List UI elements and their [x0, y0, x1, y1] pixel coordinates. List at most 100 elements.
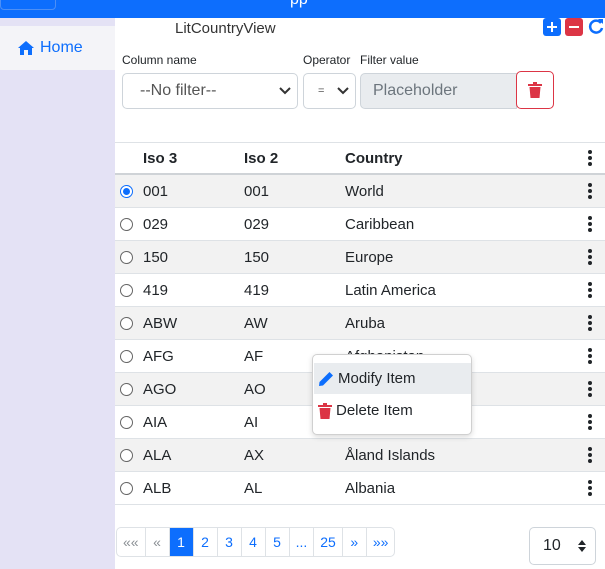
- row-select-radio[interactable]: [120, 316, 133, 330]
- view-title: LitCountryView: [175, 20, 276, 37]
- kebab-icon: [582, 443, 598, 467]
- table-row[interactable]: ALA AX Åland Islands: [115, 439, 605, 472]
- row-select-radio[interactable]: [120, 184, 133, 198]
- page-link[interactable]: 2: [194, 528, 218, 556]
- page-link[interactable]: 5: [266, 528, 290, 556]
- row-select-radio[interactable]: [120, 217, 133, 231]
- kebab-icon: [582, 245, 598, 269]
- page-link[interactable]: »»: [367, 528, 395, 556]
- header-menu-button[interactable]: [575, 143, 605, 173]
- add-button[interactable]: [543, 18, 561, 36]
- page-link[interactable]: ...: [290, 528, 315, 556]
- row-select-radio[interactable]: [120, 481, 133, 495]
- row-menu-button[interactable]: [575, 439, 605, 471]
- cell-iso3: 029: [143, 215, 169, 233]
- row-select-cell: [120, 241, 134, 273]
- delete-item-label: Delete Item: [336, 402, 413, 419]
- row-select-cell: [120, 472, 134, 504]
- row-select-radio[interactable]: [120, 415, 133, 429]
- navbar-toggle-button[interactable]: [0, 0, 56, 10]
- cell-country: Åland Islands: [345, 446, 436, 464]
- table-header: Iso 3 Iso 2 Country: [115, 142, 605, 175]
- cell-iso3: ABW: [143, 314, 178, 332]
- table-row[interactable]: 029 029 Caribbean: [115, 208, 605, 241]
- operator-select[interactable]: =: [303, 73, 356, 109]
- column-name-select[interactable]: --No filter--: [122, 73, 298, 109]
- row-select-radio[interactable]: [120, 448, 133, 462]
- sidebar-item-label: Home: [40, 39, 83, 56]
- country-table: Iso 3 Iso 2 Country 001 001 World 029 029 Car…: [115, 142, 605, 505]
- row-menu-button[interactable]: [575, 340, 605, 372]
- table-row[interactable]: ABW AW Aruba: [115, 307, 605, 340]
- kebab-icon: [582, 377, 598, 401]
- modify-item-menu-item[interactable]: Modify Item: [314, 363, 471, 394]
- page-link[interactable]: 4: [242, 528, 266, 556]
- page-link[interactable]: 1: [169, 528, 194, 556]
- row-context-menu: Modify Item Delete Item: [312, 354, 472, 435]
- cell-iso3: 150: [143, 248, 169, 266]
- row-select-cell: [120, 274, 134, 306]
- kebab-icon: [582, 212, 598, 236]
- row-select-radio[interactable]: [120, 349, 133, 363]
- cell-country: Europe: [345, 248, 394, 266]
- operator-label: Operator: [303, 53, 351, 67]
- page-link[interactable]: 3: [218, 528, 242, 556]
- page-link[interactable]: »: [343, 528, 367, 556]
- cell-iso2: 150: [244, 248, 270, 266]
- cell-iso3: AFG: [143, 347, 174, 365]
- toolbar: [543, 18, 605, 36]
- row-menu-button[interactable]: [575, 373, 605, 405]
- cell-iso2: AX: [244, 446, 265, 464]
- row-select-cell: [120, 439, 134, 471]
- column-name-value: --No filter--: [140, 82, 217, 99]
- plus-icon: [547, 22, 557, 32]
- cell-iso3: AIA: [143, 413, 168, 431]
- table-row[interactable]: 419 419 Latin America: [115, 274, 605, 307]
- delete-item-menu-item[interactable]: Delete Item: [314, 395, 471, 426]
- refresh-button[interactable]: [587, 18, 605, 36]
- table-row[interactable]: 150 150 Europe: [115, 241, 605, 274]
- modify-item-label: Modify Item: [338, 370, 416, 387]
- row-select-radio[interactable]: [120, 250, 133, 264]
- column-header-iso2[interactable]: Iso 2: [244, 143, 278, 173]
- remove-button[interactable]: [565, 18, 583, 36]
- cell-country: Latin America: [345, 281, 436, 299]
- row-menu-button[interactable]: [575, 472, 605, 504]
- row-select-cell: [120, 406, 134, 438]
- row-select-cell: [120, 208, 134, 240]
- sidebar: Home: [0, 18, 115, 569]
- page-link[interactable]: 25: [314, 528, 343, 556]
- column-header-iso3[interactable]: Iso 3: [143, 143, 177, 173]
- row-select-radio[interactable]: [120, 283, 133, 297]
- column-header-country[interactable]: Country: [345, 143, 403, 173]
- row-menu-button[interactable]: [575, 307, 605, 339]
- page-link[interactable]: ««: [117, 528, 146, 556]
- kebab-icon: [582, 476, 598, 500]
- cell-iso3: 419: [143, 281, 169, 299]
- top-navbar: pp: [0, 0, 605, 18]
- table-row[interactable]: 001 001 World: [115, 175, 605, 208]
- clear-filter-button[interactable]: [516, 71, 554, 109]
- cell-country: Albania: [345, 479, 396, 497]
- row-select-radio[interactable]: [120, 382, 133, 396]
- page-size-select[interactable]: 10: [529, 527, 596, 565]
- row-menu-button[interactable]: [575, 406, 605, 438]
- row-select-cell: [120, 175, 134, 207]
- cell-iso2: AW: [244, 314, 268, 332]
- cell-iso2: 001: [244, 182, 270, 200]
- cell-iso3: ALA: [143, 446, 172, 464]
- row-menu-button[interactable]: [575, 175, 605, 207]
- filter-value-input[interactable]: Placeholder: [360, 73, 517, 109]
- sidebar-item-home[interactable]: Home: [0, 26, 115, 70]
- row-menu-button[interactable]: [575, 274, 605, 306]
- row-select-cell: [120, 373, 134, 405]
- row-menu-button[interactable]: [575, 208, 605, 240]
- cell-iso2: AO: [244, 380, 266, 398]
- kebab-icon: [582, 278, 598, 302]
- trash-icon: [318, 402, 332, 419]
- cell-iso2: 419: [244, 281, 270, 299]
- table-row[interactable]: ALB AL Albania: [115, 472, 605, 505]
- row-select-cell: [120, 307, 134, 339]
- row-menu-button[interactable]: [575, 241, 605, 273]
- page-link[interactable]: «: [146, 528, 170, 556]
